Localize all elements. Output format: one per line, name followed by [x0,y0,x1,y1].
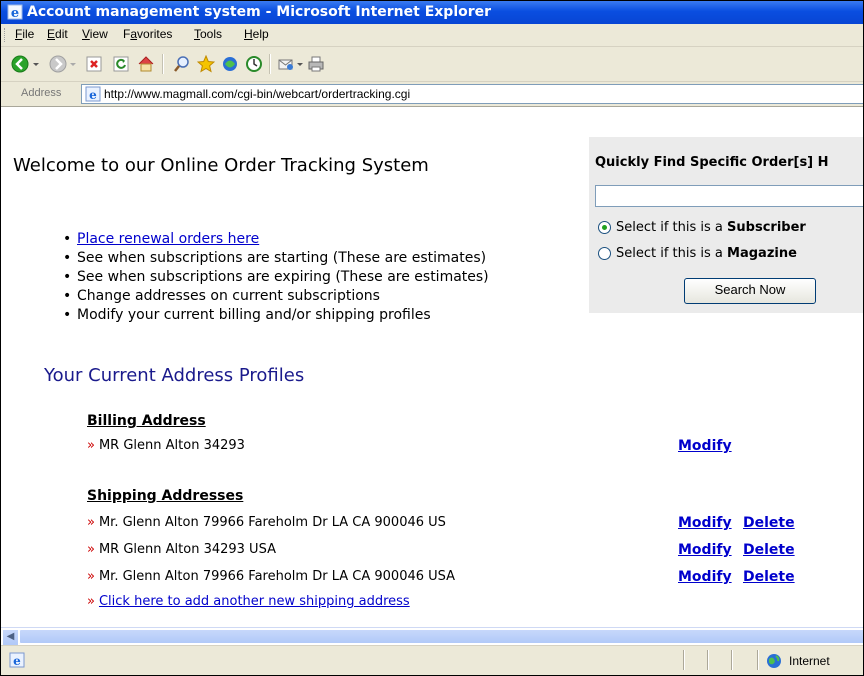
security-zone-label: Internet [789,654,830,668]
address-bar: Address e http://www.magmall.com/cgi-bin… [1,82,863,107]
window-title: Account management system - Microsoft In… [27,4,492,20]
shipping-delete-link[interactable]: Delete [743,515,795,531]
menu-bar: File Edit View Favorites Tools Help [1,24,863,47]
status-divider [707,650,709,670]
status-divider [683,650,685,670]
toolbar-separator [162,54,164,74]
page-icon: e [85,86,101,102]
forward-dropdown-icon[interactable] [69,55,77,73]
arrow-icon: » [87,569,95,584]
toolbar-separator [269,54,271,74]
shipping-delete-link[interactable]: Delete [743,569,795,585]
menu-tools[interactable]: Tools [194,27,222,41]
quick-find-panel: Quickly Find Specific Order[s] H Select … [589,137,863,313]
radio-subscriber-button[interactable] [598,221,611,234]
status-divider [757,650,759,670]
shipping-address-row: » Mr. Glenn Alton 79966 Fareholm Dr LA CA… [87,515,446,530]
profiles-heading: Your Current Address Profiles [44,365,305,386]
horizontal-scrollbar[interactable]: ◀ [1,627,863,646]
browser-window: e Account management system - Microsoft … [0,0,864,676]
radio-magazine-button[interactable] [598,247,611,260]
scroll-thumb[interactable] [19,629,863,644]
list-item: See when subscriptions are starting (The… [63,250,489,269]
shipping-modify-link[interactable]: Modify [678,569,732,585]
favorites-icon[interactable] [197,55,215,73]
search-now-button[interactable]: Search Now [684,278,816,304]
svg-text:e: e [13,654,21,668]
menu-grip[interactable] [4,28,7,42]
arrow-icon: » [87,594,95,609]
shipping-address-row: » Mr. Glenn Alton 79966 Fareholm Dr LA CA… [87,569,456,584]
back-dropdown-icon[interactable] [32,55,40,73]
radio-subscriber-label[interactable]: Select if this is a Subscriber [616,220,806,235]
list-item[interactable]: Place renewal orders here [63,231,489,250]
shipping-address-row: » MR Glenn Alton 34293 USA [87,542,276,557]
address-input[interactable]: e http://www.magmall.com/cgi-bin/webcart… [81,84,863,104]
list-item: Modify your current billing and/or shipp… [63,307,489,326]
svg-text:e: e [89,88,97,102]
status-bar: e Internet [1,645,863,675]
arrow-icon: » [87,542,95,557]
billing-modify-link[interactable]: Modify [678,438,732,454]
renewal-orders-link[interactable]: Place renewal orders here [77,231,259,247]
back-icon[interactable] [11,55,29,73]
page-status-icon: e [9,652,25,668]
add-shipping-row: » Click here to add another new shipping … [87,594,410,609]
quick-find-title: Quickly Find Specific Order[s] H [595,155,829,170]
address-url[interactable]: http://www.magmall.com/cgi-bin/webcart/o… [104,87,410,101]
stop-icon[interactable] [85,55,103,73]
address-label: Address [21,87,62,99]
radio-checked-dot [602,225,607,230]
page-content: Welcome to our Online Order Tracking Sys… [1,107,863,627]
home-icon[interactable] [137,55,155,73]
toolbar [1,47,863,82]
shipping-heading: Shipping Addresses [87,488,244,504]
arrow-icon: » [87,438,95,453]
search-icon[interactable] [173,55,191,73]
menu-edit[interactable]: Edit [47,27,68,41]
menu-file[interactable]: File [15,27,34,41]
refresh-icon[interactable] [112,55,130,73]
mail-dropdown-icon[interactable] [296,55,304,73]
list-item: See when subscriptions are expiring (The… [63,269,489,288]
arrow-icon: » [87,515,95,530]
menu-favorites[interactable]: Favorites [123,27,172,41]
shipping-delete-link[interactable]: Delete [743,542,795,558]
print-icon[interactable] [307,55,325,73]
title-bar[interactable]: e Account management system - Microsoft … [1,1,863,24]
menu-help[interactable]: Help [244,27,269,41]
radio-magazine-label[interactable]: Select if this is a Magazine [616,246,797,261]
billing-address-row: » MR Glenn Alton 34293 [87,438,245,453]
menu-view[interactable]: View [82,27,108,41]
list-item: Change addresses on current subscription… [63,288,489,307]
svg-text:e: e [11,6,19,20]
media-icon[interactable] [221,55,239,73]
feature-list: Place renewal orders here See when subsc… [63,231,489,326]
shipping-modify-link[interactable]: Modify [678,515,732,531]
billing-heading: Billing Address [87,413,206,429]
internet-globe-icon [767,654,781,668]
status-divider [731,650,733,670]
forward-icon[interactable] [49,55,67,73]
history-icon[interactable] [245,55,263,73]
shipping-modify-link[interactable]: Modify [678,542,732,558]
page-title: Welcome to our Online Order Tracking Sys… [13,155,429,176]
mail-icon[interactable] [277,55,295,73]
search-input[interactable] [595,185,863,207]
scroll-left-button[interactable]: ◀ [2,629,19,646]
add-shipping-address-link[interactable]: Click here to add another new shipping a… [99,594,410,609]
ie-icon: e [7,4,23,20]
